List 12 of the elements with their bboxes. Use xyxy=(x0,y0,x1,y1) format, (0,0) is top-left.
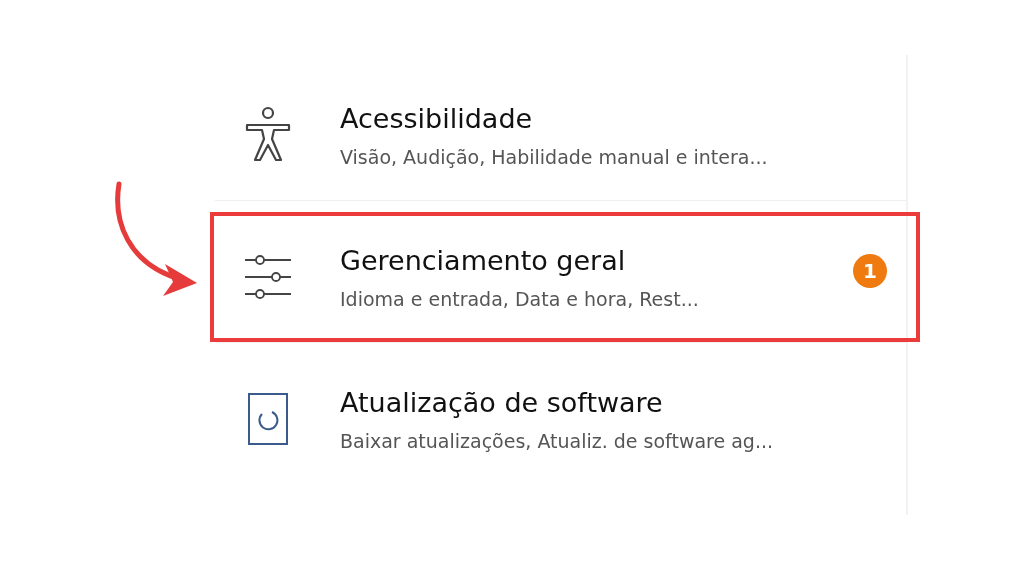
item-subtitle: Visão, Audição, Habilidade manual e intera... xyxy=(340,145,769,168)
notification-badge: 1 xyxy=(853,254,887,288)
settings-item[interactable]: Acessibilidade Visão, Audição, Habilidade manual e intera... xyxy=(215,70,906,200)
item-subtitle: Idioma e entrada, Data e hora, Rest... xyxy=(340,287,700,310)
item-title: Gerenciamento geral xyxy=(340,244,627,276)
item-title: Acessibilidade xyxy=(340,102,534,134)
item-title: Atualização de software xyxy=(340,386,664,418)
settings-item[interactable]: Atualização de software Baixar atualizações, Atualiz. de software ag... xyxy=(215,354,906,484)
settings-item[interactable]: Gerenciamento geral Idioma e entrada, Data e hora, Rest... 1 xyxy=(215,212,906,342)
update-icon xyxy=(247,393,288,445)
sliders-icon xyxy=(242,254,293,300)
item-subtitle: Baixar atualizações, Atualiz. de software ag... xyxy=(340,429,775,452)
